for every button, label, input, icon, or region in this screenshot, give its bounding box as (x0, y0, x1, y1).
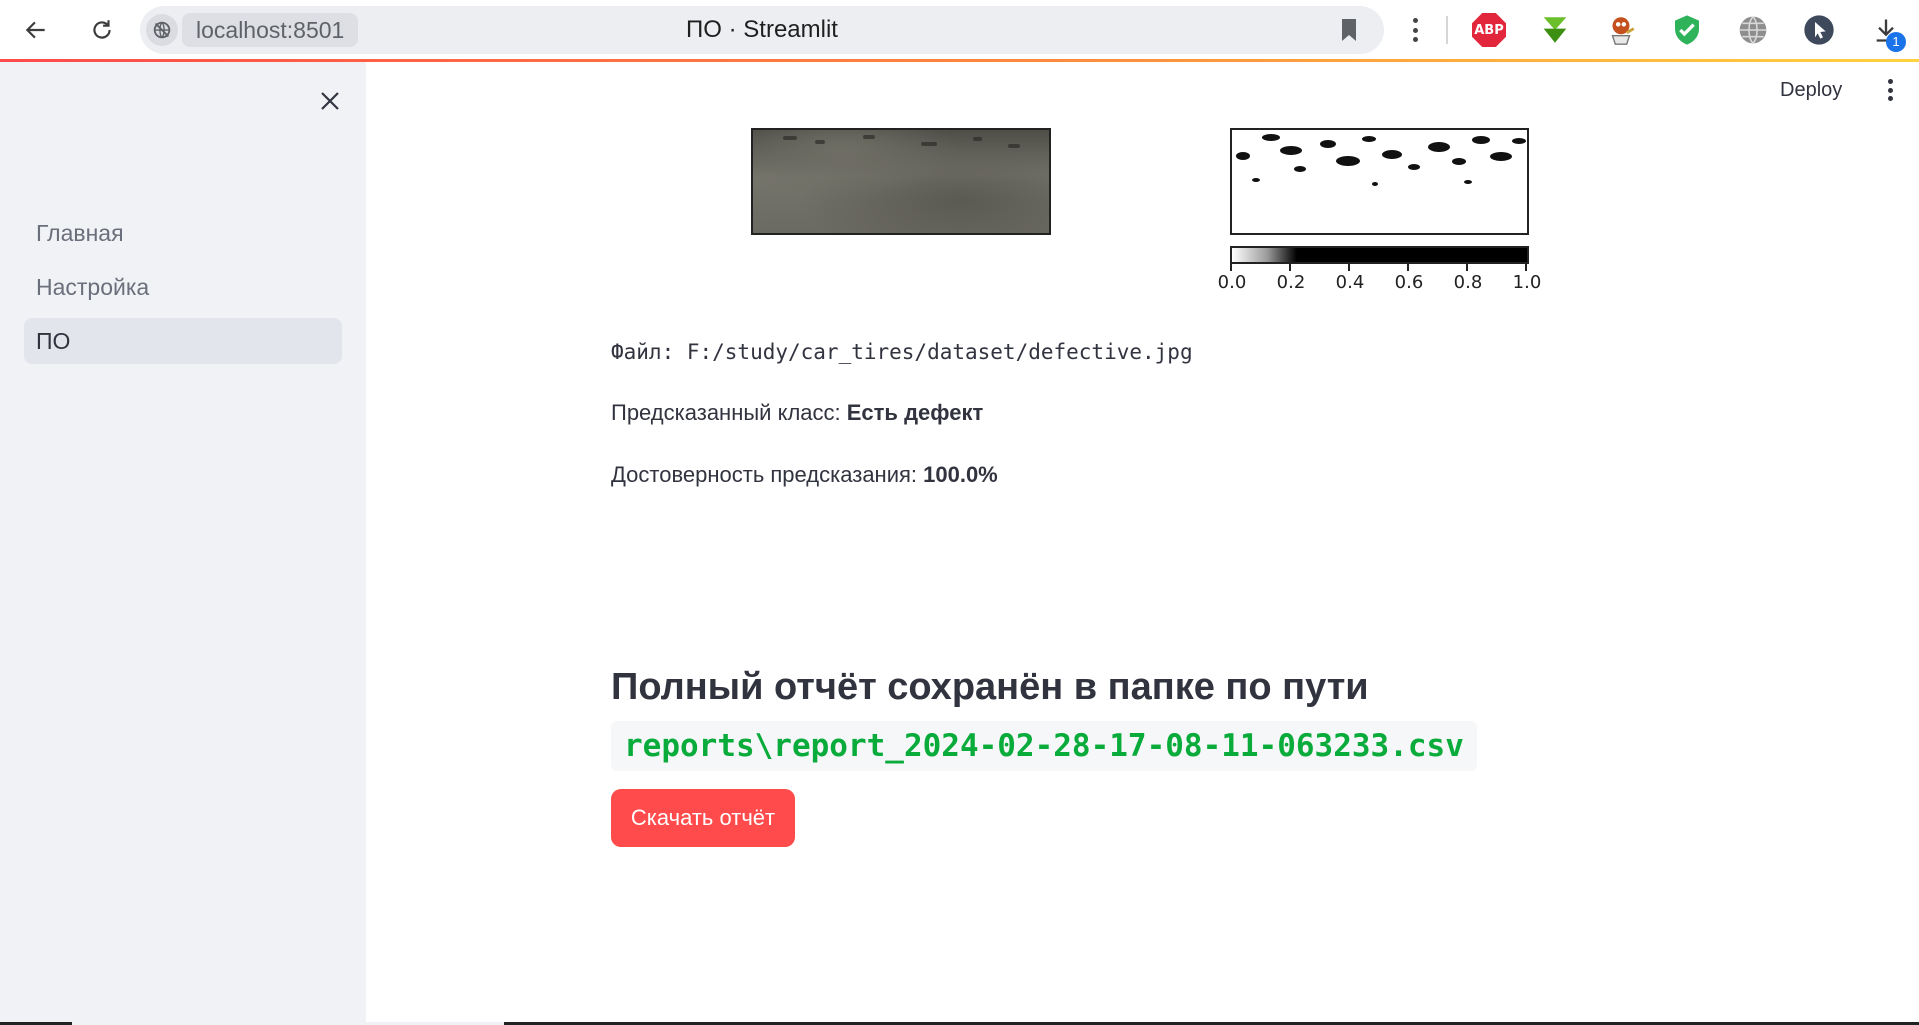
heatmap-colorbar (1230, 246, 1529, 264)
confidence-line: Достоверность предсказания: 100.0% (611, 462, 998, 488)
address-bar[interactable]: localhost:8501 ПО · Streamlit (140, 6, 1384, 54)
sidebar-item-main[interactable]: Главная (24, 210, 342, 256)
toolbar-divider (1446, 16, 1448, 44)
colorbar-ticks (1230, 264, 1529, 272)
confidence-value: 100.0% (923, 462, 998, 487)
colorbar-tick-label: 0.0 (1217, 272, 1247, 293)
tire-image (751, 128, 1051, 235)
main-menu-icon[interactable] (1878, 76, 1902, 104)
adblock-label: ABP (1472, 13, 1506, 47)
colorbar-tick-label: 0.4 (1335, 272, 1365, 293)
main-content: Deploy 0.0 0.2 0.4 0.6 0.8 1.0 Файл: F:/… (366, 62, 1919, 1025)
predicted-class-label: Предсказанный класс: (611, 400, 847, 425)
colorbar-tick-label: 1.0 (1512, 272, 1542, 293)
colorbar-tick-label: 0.8 (1453, 272, 1483, 293)
sidebar: Главная Настройка ПО (0, 62, 366, 1025)
back-arrow-icon[interactable] (18, 12, 54, 48)
browser-toolbar: localhost:8501 ПО · Streamlit ABP 1 (0, 0, 1919, 60)
downloads-badge: 1 (1886, 32, 1906, 52)
confidence-label: Достоверность предсказания: (611, 462, 924, 487)
cursor-extension-icon[interactable] (1801, 12, 1837, 48)
download-report-button[interactable]: Скачать отчёт (611, 789, 795, 847)
predicted-class-value: Есть дефект (846, 400, 984, 425)
predicted-class-line: Предсказанный класс: Есть дефект (611, 400, 983, 426)
report-path-code: reports\report_2024-02-28-17-08-11-06323… (611, 721, 1477, 771)
globe-icon[interactable] (1735, 12, 1771, 48)
site-info-icon[interactable] (146, 14, 178, 46)
mascot-extension-icon[interactable] (1603, 12, 1639, 48)
sidebar-item-settings[interactable]: Настройка (24, 264, 342, 310)
shield-icon[interactable] (1669, 12, 1705, 48)
report-heading: Полный отчёт сохранён в папке по пути (611, 666, 1369, 708)
heatmap-image (1230, 128, 1529, 235)
browser-menu-icon[interactable] (1400, 14, 1430, 46)
download-helper-icon[interactable] (1537, 12, 1573, 48)
url-text[interactable]: localhost:8501 (182, 13, 359, 47)
sidebar-nav: Главная Настройка ПО (24, 210, 342, 372)
reload-icon[interactable] (84, 12, 120, 48)
downloads-icon[interactable]: 1 (1868, 12, 1906, 52)
bookmark-icon[interactable] (1338, 18, 1360, 42)
file-path-text: Файл: F:/study/car_tires/dataset/defecti… (611, 340, 1193, 364)
colorbar-tick-label: 0.6 (1394, 272, 1424, 293)
close-sidebar-icon[interactable] (313, 84, 347, 118)
adblock-icon[interactable]: ABP (1471, 12, 1507, 48)
sidebar-item-po[interactable]: ПО (24, 318, 342, 364)
colorbar-tick-label: 0.2 (1276, 272, 1306, 293)
deploy-button[interactable]: Deploy (1780, 76, 1842, 104)
